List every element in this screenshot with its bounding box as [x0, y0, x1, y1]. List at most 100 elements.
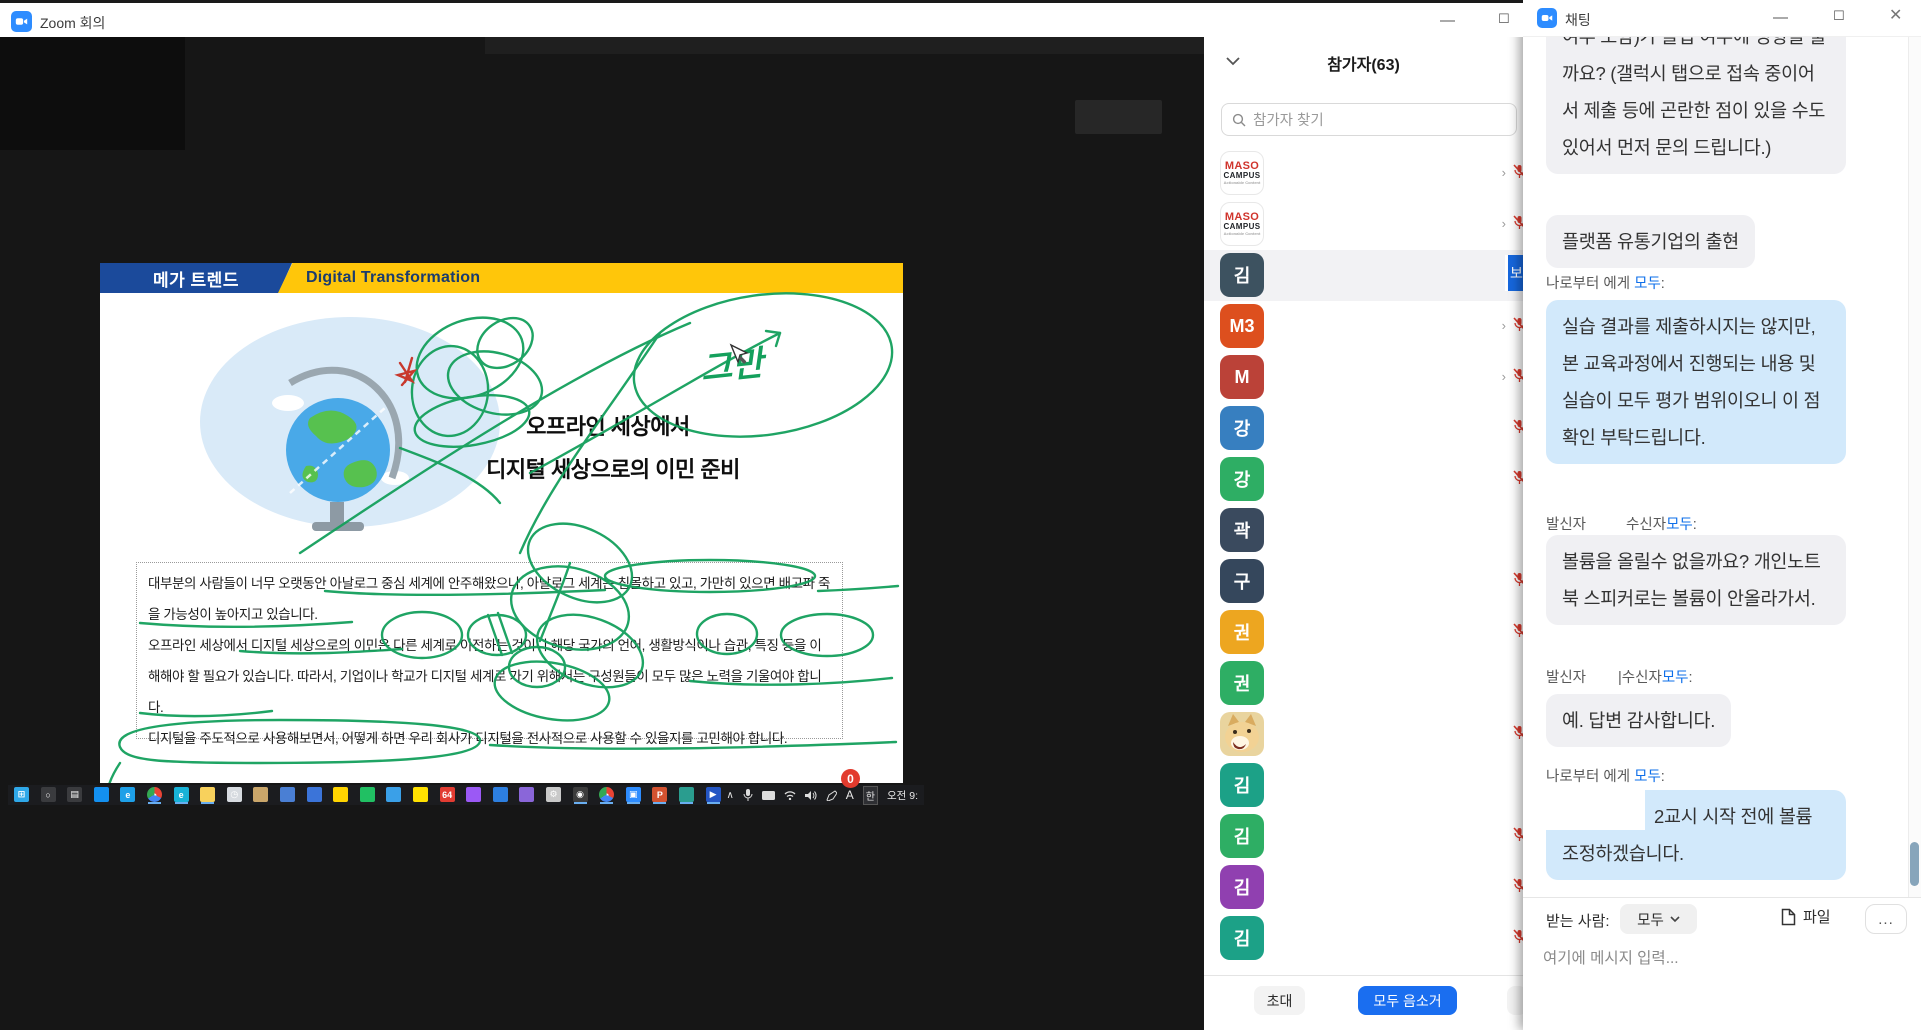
taskbar-icon-alarms[interactable]: ◷: [227, 787, 242, 802]
recipient-all-link[interactable]: 모두: [1634, 276, 1661, 292]
taskbar-icon-chrome[interactable]: ◔: [147, 787, 162, 802]
tray-wifi-icon[interactable]: [784, 790, 796, 800]
tray-keyboard-icon[interactable]: [762, 791, 775, 800]
participant-row[interactable]: 김: [1204, 913, 1523, 964]
maximize-button[interactable]: ☐: [1498, 12, 1510, 25]
chat-window: 여부 포함)가 졸업 여부에 영향을 줄까요? (갤럭시 탭으로 접속 중이어서…: [1523, 0, 1921, 1030]
invite-button[interactable]: 초대: [1254, 986, 1305, 1015]
zoom-main-window: Zoom 회의 — ☐: [0, 0, 1523, 1030]
minimize-button[interactable]: —: [1440, 13, 1455, 28]
taskbar-icon-calculator[interactable]: [280, 787, 295, 802]
taskbar-icon-kakaotalk[interactable]: [413, 787, 428, 802]
participant-row[interactable]: M3›: [1204, 301, 1523, 352]
chat-bubble-text: 실습 결과를 제출하시지는 않지만, 본 교육과정에서 진행되는 내용 및 실습…: [1562, 308, 1830, 456]
file-button[interactable]: 파일: [1781, 906, 1831, 927]
taskbar-icon-people[interactable]: [253, 787, 268, 802]
taskbar-icon-file-explorer[interactable]: [200, 787, 215, 802]
tray-clock[interactable]: 오전 9:: [887, 788, 918, 803]
participant-row[interactable]: 김보: [1204, 250, 1523, 301]
taskbar-tray[interactable]: ∧ A 한 오전 9:: [726, 785, 918, 805]
chat-scrollbar-track[interactable]: [1908, 37, 1921, 897]
muted-mic-icon: [1512, 215, 1523, 235]
taskbar-icon-photos[interactable]: [307, 787, 322, 802]
slide-banner-right: Digital Transformation: [278, 263, 903, 293]
participant-row[interactable]: M›: [1204, 352, 1523, 403]
windows-taskbar[interactable]: ⊞ ○ ▤ e ◔ e ◷ 64 ⚙ ◉ ◔ ▣ P ▶ ∧ A 한 오전 9:: [8, 785, 924, 805]
chat-maximize-button[interactable]: ☐: [1833, 9, 1845, 22]
running-indicator: [653, 802, 666, 804]
chat-close-button[interactable]: ✕: [1889, 8, 1902, 24]
participant-row[interactable]: 강: [1204, 403, 1523, 454]
recipient-dropdown[interactable]: 모두: [1620, 904, 1697, 934]
sender-text: 발신자: [1546, 517, 1586, 533]
chat-bubble: 예. 답변 감사합니다.: [1546, 694, 1731, 747]
taskbar-icon-design-tool[interactable]: [466, 787, 481, 802]
participant-row[interactable]: 곽: [1204, 505, 1523, 556]
taskbar-icon-internet-explorer[interactable]: e: [120, 787, 135, 802]
taskbar-icon-task-view[interactable]: ▤: [67, 787, 82, 802]
mute-all-button[interactable]: 모두 음소거: [1358, 986, 1457, 1015]
more-options-button[interactable]: ...: [1865, 904, 1907, 934]
taskbar-icon-start[interactable]: ⊞: [14, 787, 29, 802]
tray-ime-korean[interactable]: 한: [863, 786, 878, 805]
taskbar-icon-pin-app-active[interactable]: ◉: [573, 787, 588, 802]
taskbar-icon-settings[interactable]: ⚙: [546, 787, 561, 802]
chat-minimize-button[interactable]: —: [1773, 10, 1788, 25]
zoom-logo-icon: [11, 11, 32, 32]
muted-mic-icon: [1512, 572, 1523, 592]
tray-volume-icon[interactable]: [805, 790, 817, 801]
shared-screen-area[interactable]: 메가 트렌드 Digital Transformation 오프라인 세상에서 …: [0, 37, 1204, 1030]
taskbar-icon-edge[interactable]: e: [174, 787, 189, 802]
tray-pen-icon[interactable]: [826, 790, 837, 801]
participant-search-input[interactable]: 참가자 찾기: [1221, 103, 1517, 136]
participant-row[interactable]: 김: [1204, 760, 1523, 811]
taskbar-icon-photo-app[interactable]: [493, 787, 508, 802]
row-blue-badge[interactable]: 보: [1505, 255, 1523, 291]
taskbar-icon-zoom[interactable]: ▣: [626, 787, 641, 802]
participant-row[interactable]: 김: [1204, 862, 1523, 913]
sender-text: :: [1661, 276, 1665, 292]
running-indicator: [600, 802, 613, 804]
recipient-all-link[interactable]: 모두: [1666, 517, 1693, 533]
taskbar-icon-store[interactable]: [94, 787, 109, 802]
taskbar-icon-search[interactable]: ○: [41, 787, 56, 802]
chat-scrollbar-thumb[interactable]: [1910, 842, 1919, 886]
taskbar-icon-office[interactable]: [333, 787, 348, 802]
pencil-cursor-icon: [728, 343, 750, 365]
running-indicator: [574, 802, 587, 804]
running-indicator: [627, 802, 640, 804]
taskbar-icon-powerpoint[interactable]: P: [652, 787, 667, 802]
tray-mic-icon[interactable]: [743, 789, 753, 801]
row-chevron-icon: ›: [1502, 165, 1506, 180]
taskbar-icon-mail[interactable]: [386, 787, 401, 802]
taskbar-icon-capture[interactable]: [679, 787, 694, 802]
taskbar-icon-movies[interactable]: ▶: [706, 787, 721, 802]
participant-row[interactable]: [1204, 709, 1523, 760]
tray-ime-english[interactable]: A: [846, 788, 854, 802]
taskbar-icon-line[interactable]: [360, 787, 375, 802]
sender-text: 나로부터 에게: [1546, 276, 1634, 292]
recipient-all-link[interactable]: 모두: [1662, 670, 1689, 686]
chat-message-input[interactable]: 여기에 메시지 입력...: [1543, 946, 1679, 968]
participant-row[interactable]: 김: [1204, 811, 1523, 862]
participant-row[interactable]: 권: [1204, 607, 1523, 658]
clipped-footer-button[interactable]: [1507, 986, 1523, 1015]
initial-avatar: M3: [1220, 304, 1264, 348]
participant-row[interactable]: MASOCAMPUSActionable Content ›: [1204, 148, 1523, 199]
zoom-logo-icon: [1537, 8, 1557, 28]
participant-row[interactable]: 구: [1204, 556, 1523, 607]
taskbar-icon-daum-64[interactable]: 64: [440, 787, 455, 802]
presentation-slide: 메가 트렌드 Digital Transformation 오프라인 세상에서 …: [100, 263, 903, 783]
initial-avatar: M: [1220, 355, 1264, 399]
chat-bubble: 실습 결과를 제출하시지는 않지만, 본 교육과정에서 진행되는 내용 및 실습…: [1546, 300, 1846, 464]
maso-campus-logo-avatar: MASOCAMPUSActionable Content: [1220, 151, 1264, 195]
taskbar-icon-3d-viewer[interactable]: [519, 787, 534, 802]
search-icon: [1232, 113, 1246, 127]
initial-avatar: 권: [1220, 661, 1264, 705]
main-titlebar: Zoom 회의 — ☐: [0, 0, 1523, 37]
taskbar-icon-chrome-2[interactable]: ◔: [599, 787, 614, 802]
participant-row[interactable]: 강: [1204, 454, 1523, 505]
participant-row[interactable]: 권: [1204, 658, 1523, 709]
tray-chevron-up-icon[interactable]: ∧: [726, 790, 733, 801]
participant-row[interactable]: MASOCAMPUSActionable Content›: [1204, 199, 1523, 250]
